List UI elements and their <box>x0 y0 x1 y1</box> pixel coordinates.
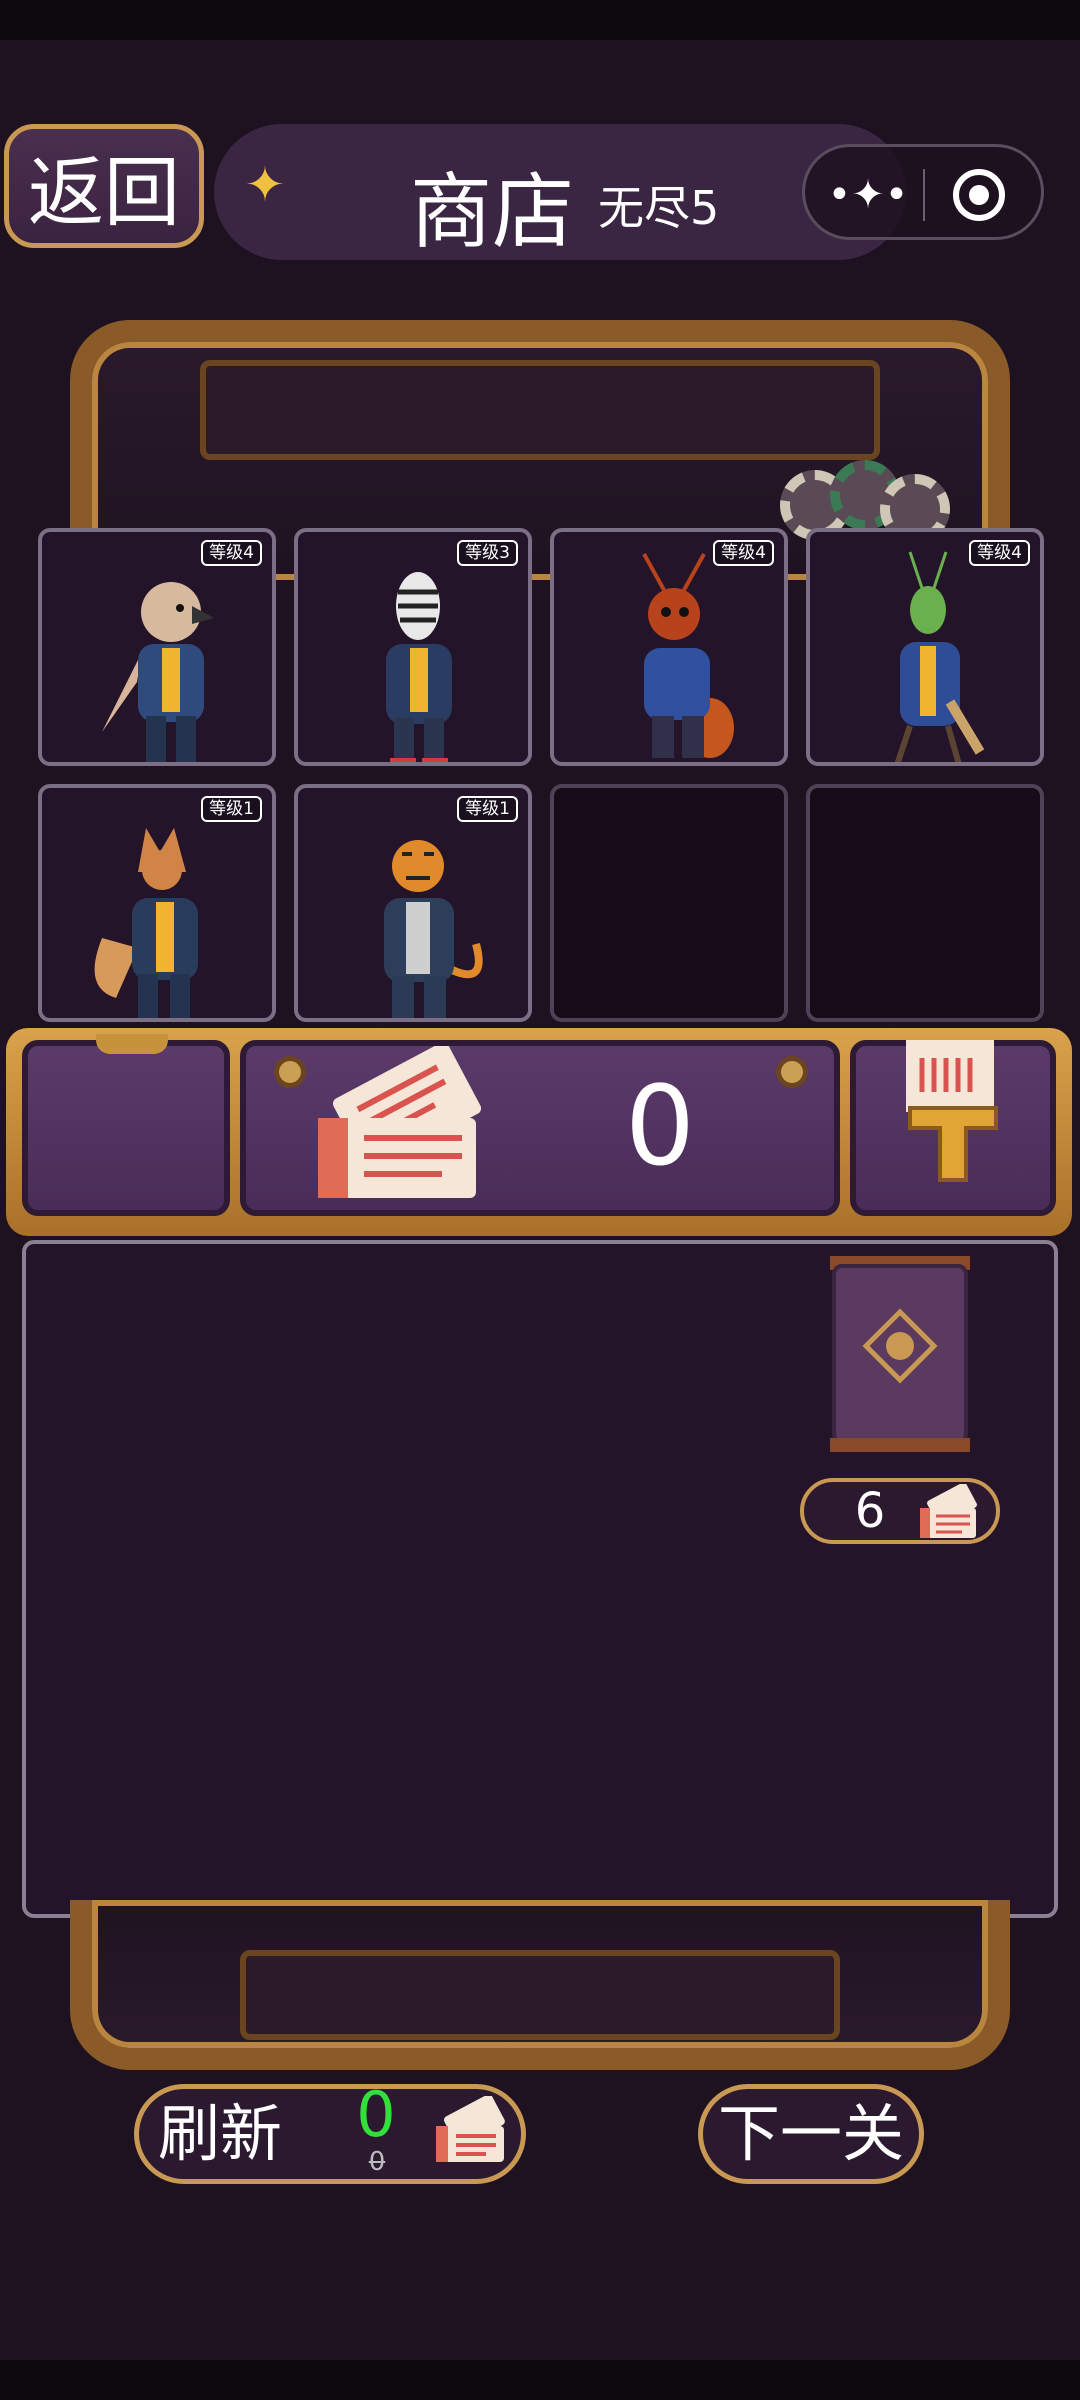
team-slot[interactable]: 等级4 <box>38 528 276 766</box>
ticket-bar-notch <box>96 1034 168 1054</box>
level-badge: 等级1 <box>457 796 518 822</box>
frame-top-plate <box>200 360 880 460</box>
mode-label: 无尽5 <box>598 181 720 235</box>
mantis-character-icon <box>894 551 985 762</box>
status-bar <box>0 0 1080 40</box>
ticket-icon <box>436 2096 505 2162</box>
price-tag-icon <box>906 1040 998 1182</box>
back-button[interactable]: 返回 <box>4 124 204 248</box>
refresh-cost: 0 <box>356 2078 396 2151</box>
fox-character-icon <box>94 828 198 1018</box>
level-badge: 等级4 <box>713 540 774 566</box>
sparkle-icon: ✦ <box>244 157 286 213</box>
item-price: 6 <box>854 1483 886 1539</box>
card-pack-item[interactable] <box>826 1256 974 1452</box>
ticket-count: 0 <box>625 1062 695 1190</box>
more-options-icon[interactable]: •✦• <box>825 165 911 225</box>
miniprogram-capsule: •✦• <box>802 144 1044 240</box>
ticket-bar-left-panel <box>22 1040 230 1216</box>
refresh-label: 刷新 <box>158 2097 283 2170</box>
capsule-divider <box>923 169 925 221</box>
level-badge: 等级1 <box>201 796 262 822</box>
ant-character-icon <box>642 553 734 758</box>
page-title: 商店 <box>410 165 575 260</box>
ticket-icon <box>318 1046 482 1198</box>
zebra-character-icon <box>386 572 452 762</box>
frame-bottom-plate <box>240 1950 840 2040</box>
team-slot[interactable]: 等级1 <box>294 784 532 1022</box>
team-slot[interactable]: 等级1 <box>38 784 276 1022</box>
bolt-decoration <box>274 1056 306 1088</box>
empty-team-slot[interactable] <box>806 784 1044 1022</box>
team-slot[interactable]: 等级4 <box>806 528 1044 766</box>
team-slot[interactable]: 等级4 <box>550 528 788 766</box>
bolt-decoration <box>776 1056 808 1088</box>
next-level-button[interactable]: 下一关 <box>698 2084 924 2184</box>
refresh-original-cost: 0 <box>368 2147 386 2177</box>
hawk-character-icon <box>102 582 214 762</box>
tiger-character-icon <box>384 840 483 1018</box>
close-miniprogram-icon[interactable] <box>953 169 1005 221</box>
navigation-bar <box>0 2360 1080 2400</box>
level-badge: 等级4 <box>201 540 262 566</box>
team-slot[interactable]: 等级3 <box>294 528 532 766</box>
level-badge: 等级4 <box>969 540 1030 566</box>
ticket-icon <box>920 1484 977 1538</box>
level-badge: 等级3 <box>457 540 518 566</box>
empty-team-slot[interactable] <box>550 784 788 1022</box>
